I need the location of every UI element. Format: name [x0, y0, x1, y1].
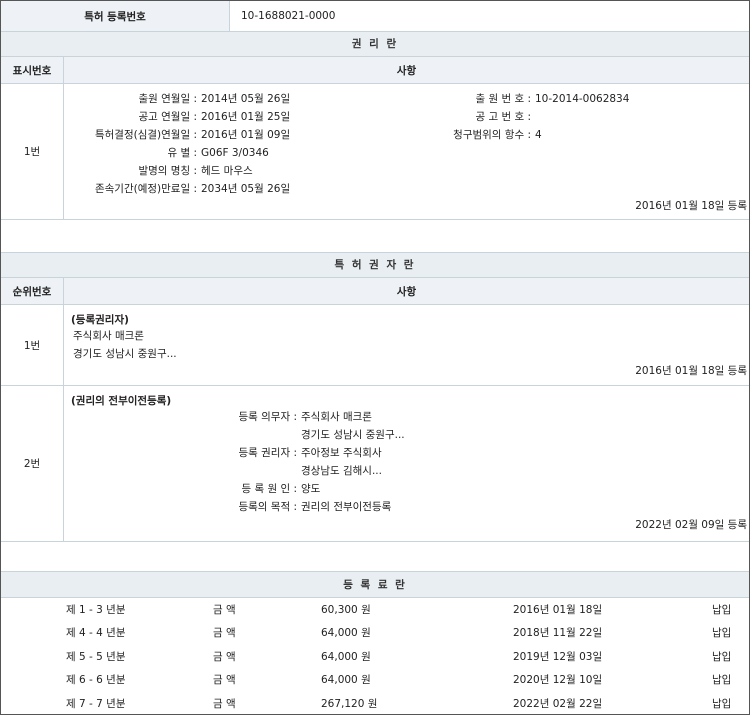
fee-row: 제 7 - 7 년분 금 액 267,120 원 2022년 02월 22일 납입: [1, 693, 749, 714]
transfer-field-label: 등록 의무자 :: [238, 411, 297, 423]
fee-date: 2022년 02월 22일: [513, 697, 603, 710]
fee-date: 2020년 12월 10일: [513, 674, 603, 687]
section-spacer: [1, 220, 749, 253]
fee-amount-label: 금 액: [213, 627, 236, 640]
fee-period: 제 1 - 3 년분: [66, 604, 126, 616]
transfer-field-label: 등록 권리자 :: [238, 447, 297, 459]
rights-field-value: 10-2014-0062834: [535, 93, 630, 105]
holder-entry-1-registered: 2016년 01월 18일 등록: [635, 365, 747, 377]
fee-status: 납입: [712, 604, 732, 616]
fee-row: 제 6 - 6 년분 금 액 64,000 원 2020년 12월 10일 납입: [1, 669, 749, 692]
fee-date: 2019년 12월 03일: [513, 650, 603, 663]
rights-field-value: 2034년 05월 26일: [201, 183, 291, 195]
rights-field-value: 헤드 마우스: [201, 165, 253, 177]
reg-number-row: 특허 등록번호 10-1688021-0000: [1, 1, 749, 32]
holders-col-content: 사항: [396, 285, 417, 298]
fee-status: 납입: [712, 674, 732, 687]
rights-field-label: 청구범위의 항수 :: [453, 129, 531, 141]
holders-header-row: 순위번호 사항: [1, 278, 749, 305]
rights-field-label: 출 원 번 호 :: [475, 93, 531, 105]
rights-field-label: 존속기간(예정)만료일 :: [94, 183, 197, 195]
transfer-field-value: 경상남도 김해시...: [301, 465, 382, 477]
rights-field-label: 발명의 명칭 :: [138, 165, 197, 177]
rights-field-label: 출원 연월일 :: [138, 93, 197, 105]
transfer-field-value: 주아정보 주식회사: [301, 447, 382, 459]
holders-section-title: 특 허 권 자 란: [1, 253, 749, 278]
fee-period: 제 6 - 6 년분: [66, 674, 126, 687]
reg-number-label: 특허 등록번호: [1, 1, 229, 31]
rights-field-value: 2016년 01월 09일: [201, 129, 291, 141]
fee-amount: 64,000 원: [321, 650, 371, 663]
fee-status: 납입: [712, 697, 732, 710]
holder-entry-1-address: 경기도 성남시 중원구...: [73, 348, 177, 360]
rights-section-title: 권 리 란: [1, 32, 749, 57]
holder-entry-1-index: 1번: [23, 339, 41, 352]
reg-number-value: 10-1688021-0000: [241, 10, 336, 22]
rights-field-label: 공고 연월일 :: [138, 111, 197, 123]
rights-field-value: G06F 3/0346: [201, 147, 269, 159]
fee-period: 제 7 - 7 년분: [66, 697, 126, 710]
holder-entry-2: 2번 (권리의 전부이전등록) 등록 의무자 : 주식회사 매크론경기도 성남시 …: [1, 386, 749, 542]
transfer-field-value: 권리의 전부이전등록: [301, 501, 392, 513]
fee-period: 제 4 - 4 년분: [66, 627, 126, 640]
holder-entry-1-name: 주식회사 매크론: [73, 330, 144, 342]
fee-status: 납입: [712, 650, 732, 663]
rights-col-content: 사항: [396, 64, 417, 77]
transfer-field-label: 등록의 목적 :: [238, 501, 297, 513]
fees-section-title: 등 록 료 란: [1, 572, 749, 598]
fee-period: 제 5 - 5 년분: [66, 650, 126, 663]
transfer-field-label: 등 록 원 인 :: [241, 483, 297, 495]
transfer-field-value: 주식회사 매크론: [301, 411, 372, 423]
fee-row: 제 4 - 4 년분 금 액 64,000 원 2018년 11월 22일 납입: [1, 622, 749, 645]
fee-amount: 64,000 원: [321, 674, 371, 687]
rights-field-label: 유 별 :: [167, 147, 197, 159]
holder-entry-2-heading: (권리의 전부이전등록): [71, 395, 172, 407]
fee-row: 제 5 - 5 년분 금 액 64,000 원 2019년 12월 03일 납입: [1, 646, 749, 669]
rights-registered-date: 2016년 01월 18일 등록: [635, 200, 747, 212]
fee-date: 2016년 01월 18일: [513, 604, 603, 616]
fee-date: 2018년 11월 22일: [513, 627, 603, 640]
fee-amount-label: 금 액: [213, 674, 236, 687]
holder-entry-2-registered: 2022년 02월 09일 등록: [635, 519, 747, 531]
fee-amount: 64,000 원: [321, 627, 371, 640]
rights-row-index: 1번: [23, 146, 41, 158]
fee-amount-label: 금 액: [213, 697, 236, 710]
fee-amount-label: 금 액: [213, 604, 236, 616]
fee-status: 납입: [712, 627, 732, 640]
rights-header-row: 표시번호 사항: [1, 57, 749, 84]
rights-field-label: 공 고 번 호 :: [475, 111, 531, 123]
patent-register-document: 특허 등록번호 10-1688021-0000 권 리 란 표시번호 사항 1번…: [0, 0, 750, 715]
rights-col-index: 표시번호: [12, 64, 52, 77]
rights-field-label: 특허결정(심결)연월일 :: [94, 129, 197, 141]
fee-amount-label: 금 액: [213, 650, 236, 663]
transfer-field-value: 경기도 성남시 중원구...: [301, 429, 405, 441]
fee-amount: 267,120 원: [321, 697, 378, 710]
rights-field-value: 2016년 01월 25일: [201, 111, 291, 123]
fee-row: 제 1 - 3 년분 금 액 60,300 원 2016년 01월 18일 납입: [1, 599, 749, 622]
rights-row-1: 1번 출원 연월일 : 2014년 05월 26일공고 연월일 : 2016년 01…: [1, 84, 749, 220]
rights-field-value: 4: [535, 129, 542, 141]
transfer-field-value: 양도: [301, 483, 321, 495]
fee-amount: 60,300 원: [321, 604, 371, 616]
holder-entry-2-index: 2번: [23, 458, 41, 470]
section-spacer: [1, 542, 749, 572]
holder-entry-1: 1번 (등록권리자) 주식회사 매크론 경기도 성남시 중원구... 2016년…: [1, 305, 749, 386]
holders-col-index: 순위번호: [12, 285, 52, 298]
rights-field-value: 2014년 05월 26일: [201, 93, 291, 105]
